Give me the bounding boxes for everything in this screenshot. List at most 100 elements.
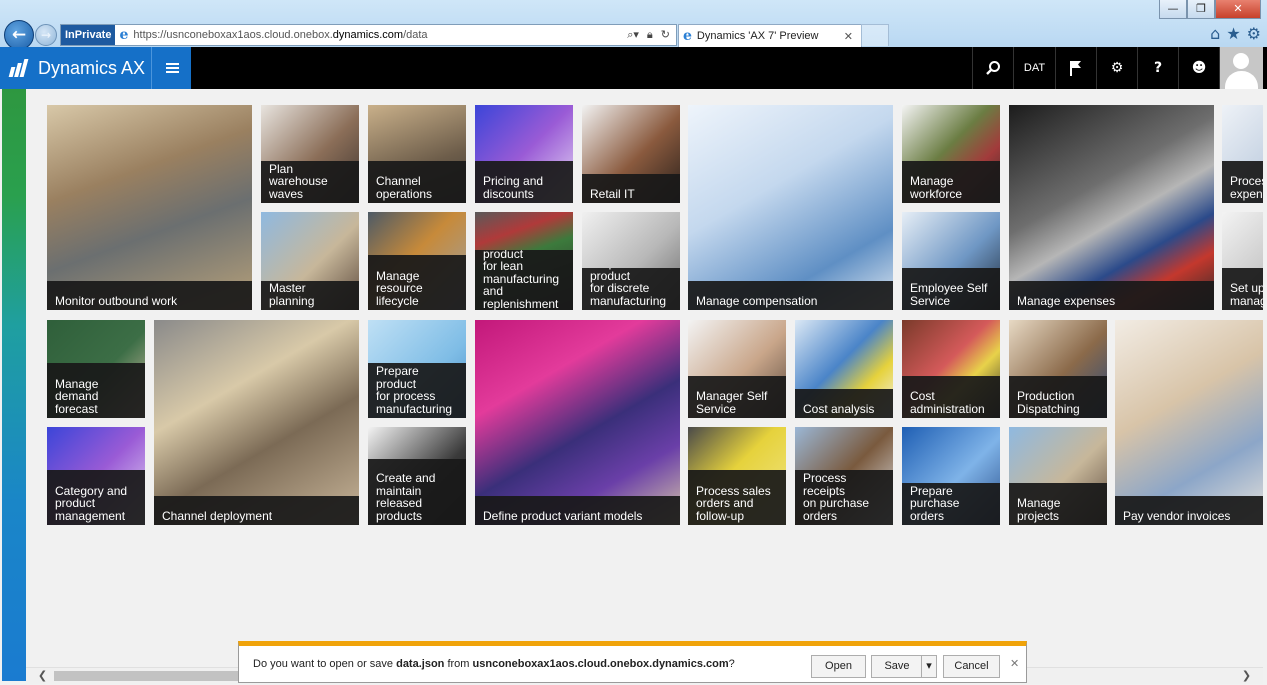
- tile-manager-self-service[interactable]: Manager Self Service: [688, 320, 786, 418]
- tile-label: Production Dispatching: [1017, 389, 1080, 416]
- tile-pricing-and-discounts[interactable]: Pricing and discounts: [475, 105, 573, 203]
- navigation-menu-button[interactable]: [151, 47, 192, 89]
- tile-prepare-product-process[interactable]: Prepare product for process manufacturin…: [368, 320, 466, 418]
- feedback-button[interactable]: ☻: [1178, 47, 1219, 89]
- chevron-down-icon: ▾: [926, 660, 932, 672]
- tile-production-dispatching[interactable]: Production Dispatching: [1009, 320, 1107, 418]
- search-dropdown-icon[interactable]: ⌕▾: [627, 28, 639, 42]
- help-icon: ?: [1153, 60, 1163, 76]
- tile-label: Employee Self Service: [910, 281, 988, 308]
- download-message: Do you want to open or save data.json fr…: [253, 658, 735, 670]
- tile-category-and-product-management[interactable]: Category and product management: [47, 427, 145, 525]
- tile-create-maintain-released-products[interactable]: Create and maintain released products: [368, 427, 466, 525]
- tools-gear-icon[interactable]: ⚙: [1247, 24, 1261, 43]
- close-window-button[interactable]: ✕: [1215, 0, 1261, 19]
- save-button[interactable]: Save: [871, 655, 923, 678]
- download-source: usnconeboxax1aos.cloud.onebox.dynamics.c…: [472, 658, 729, 670]
- tile-channel-operations[interactable]: Channel operations: [368, 105, 466, 203]
- tile-label: Create and maintain released products: [376, 471, 436, 523]
- tile-master-planning[interactable]: Master planning: [261, 212, 359, 310]
- tile-label: Pricing and discounts: [483, 174, 544, 201]
- forward-button[interactable]: →: [35, 24, 57, 46]
- tile-label: Manage compensation: [696, 293, 818, 308]
- tile-manage-demand-forecast[interactable]: Manage demand forecast: [47, 320, 145, 418]
- tile-label: Process receipts on purchase orders: [803, 471, 870, 523]
- feedback-smiley-icon: ☻: [1191, 60, 1207, 76]
- tab-ie-icon: e: [683, 28, 692, 44]
- tile-pay-vendor-invoices[interactable]: Pay vendor invoices: [1115, 320, 1263, 525]
- tile-employee-self-service[interactable]: Employee Self Service: [902, 212, 1000, 310]
- address-bar[interactable]: InPrivate e https://usnconeboxax1aos.clo…: [60, 24, 677, 46]
- window-controls: — ❐ ✕: [1159, 0, 1261, 19]
- tile-label: Manage demand forecast: [55, 376, 99, 416]
- scroll-right-icon[interactable]: ❯: [1238, 668, 1255, 684]
- minimize-button[interactable]: —: [1159, 0, 1187, 19]
- tile-label: Pay vendor invoices: [1123, 508, 1231, 523]
- tile-label: Manager Self Service: [696, 389, 768, 416]
- tile-channel-deployment[interactable]: Channel deployment: [154, 320, 359, 525]
- refresh-icon[interactable]: ↻: [661, 28, 670, 42]
- tile-manage-compensation[interactable]: Manage compensation: [688, 105, 893, 310]
- tile-cost-administration[interactable]: Cost administration: [902, 320, 1000, 418]
- tile-retail-it[interactable]: Retail IT: [582, 105, 680, 203]
- tile-cost-analysis[interactable]: Cost analysis: [795, 320, 893, 418]
- tile-label: Category and product management: [55, 483, 128, 523]
- tile-label: Plan warehouse waves: [269, 161, 328, 201]
- tile-label: Process expens: [1230, 174, 1263, 201]
- ie-page-icon: e: [119, 27, 129, 43]
- browser-toolbar: ⌂ ★ ⚙: [1210, 24, 1261, 43]
- lock-icon[interactable]: 🔒︎: [647, 28, 653, 42]
- favorites-star-icon[interactable]: ★: [1226, 24, 1240, 43]
- company-picker[interactable]: DAT: [1013, 47, 1055, 89]
- tile-process-sales-orders[interactable]: Process sales orders and follow-up: [688, 427, 786, 525]
- restore-button[interactable]: ❐: [1187, 0, 1215, 19]
- hamburger-icon: [165, 67, 179, 69]
- save-options-dropdown[interactable]: ▾: [921, 655, 937, 678]
- tile-prepare-product-lean[interactable]: Prepare product for lean manufacturing a…: [475, 212, 573, 310]
- search-button[interactable]: [972, 47, 1013, 89]
- close-tab-icon[interactable]: ✕: [844, 30, 853, 43]
- tile-prepare-purchase-orders[interactable]: Prepare purchase orders: [902, 427, 1000, 525]
- tile-manage-expenses[interactable]: Manage expenses: [1009, 105, 1214, 310]
- tile-process-expenses[interactable]: Process expens: [1222, 105, 1263, 203]
- tile-manage-projects[interactable]: Manage projects: [1009, 427, 1107, 525]
- tile-label: Prepare product for lean manufacturing a…: [483, 250, 560, 310]
- task-recorder-button[interactable]: [1055, 47, 1096, 89]
- settings-button[interactable]: ⚙: [1096, 47, 1137, 89]
- scroll-left-icon[interactable]: ❮: [34, 668, 51, 684]
- tile-monitor-outbound-work[interactable]: Monitor outbound work: [47, 105, 252, 310]
- inprivate-badge: InPrivate: [61, 25, 116, 45]
- tile-set-up-manage[interactable]: Set up manag: [1222, 212, 1263, 310]
- tile-prepare-product-discrete[interactable]: Prepare product for discrete manufacturi…: [582, 212, 680, 310]
- open-button[interactable]: Open: [811, 655, 866, 678]
- app-bar: Dynamics AX DAT ⚙ ? ☻: [0, 47, 1267, 89]
- home-icon[interactable]: ⌂: [1210, 24, 1220, 43]
- tile-label: Master planning: [269, 281, 315, 308]
- tile-define-product-variant-models[interactable]: Define product variant models: [475, 320, 680, 525]
- tile-label: Define product variant models: [483, 508, 643, 523]
- close-notification-icon[interactable]: ✕: [1010, 657, 1019, 670]
- browser-chrome: — ❐ ✕ ← → InPrivate e https://usnconebox…: [0, 0, 1267, 50]
- tile-label: Prepare product for discrete manufacturi…: [590, 268, 667, 308]
- tile-label: Manage resource lifecycle: [376, 268, 423, 308]
- url-text[interactable]: https://usnconeboxax1aos.cloud.onebox.dy…: [133, 29, 427, 41]
- tile-process-receipts-purchase-orders[interactable]: Process receipts on purchase orders: [795, 427, 893, 525]
- new-tab-button[interactable]: [861, 24, 889, 46]
- tile-label: Channel operations: [376, 174, 433, 201]
- browser-tab[interactable]: e Dynamics 'AX 7' Preview ✕: [678, 24, 862, 47]
- app-title: Dynamics AX: [38, 57, 146, 78]
- tab-title: Dynamics 'AX 7' Preview: [696, 30, 819, 42]
- flag-icon: [1070, 61, 1081, 76]
- tile-label: Process sales orders and follow-up: [696, 483, 771, 523]
- tile-label: Retail IT: [590, 186, 635, 201]
- tile-plan-warehouse-waves[interactable]: Plan warehouse waves: [261, 105, 359, 203]
- user-avatar[interactable]: [1219, 47, 1263, 89]
- cancel-button[interactable]: Cancel: [943, 655, 1000, 678]
- tile-label: Manage expenses: [1017, 293, 1116, 308]
- tile-manage-resource-lifecycle[interactable]: Manage resource lifecycle: [368, 212, 466, 310]
- help-button[interactable]: ?: [1137, 47, 1178, 89]
- gear-icon: ⚙: [1110, 60, 1124, 76]
- download-notification-bar: Do you want to open or save data.json fr…: [238, 641, 1027, 683]
- back-button[interactable]: ←: [4, 20, 34, 50]
- tile-manage-workforce[interactable]: Manage workforce: [902, 105, 1000, 203]
